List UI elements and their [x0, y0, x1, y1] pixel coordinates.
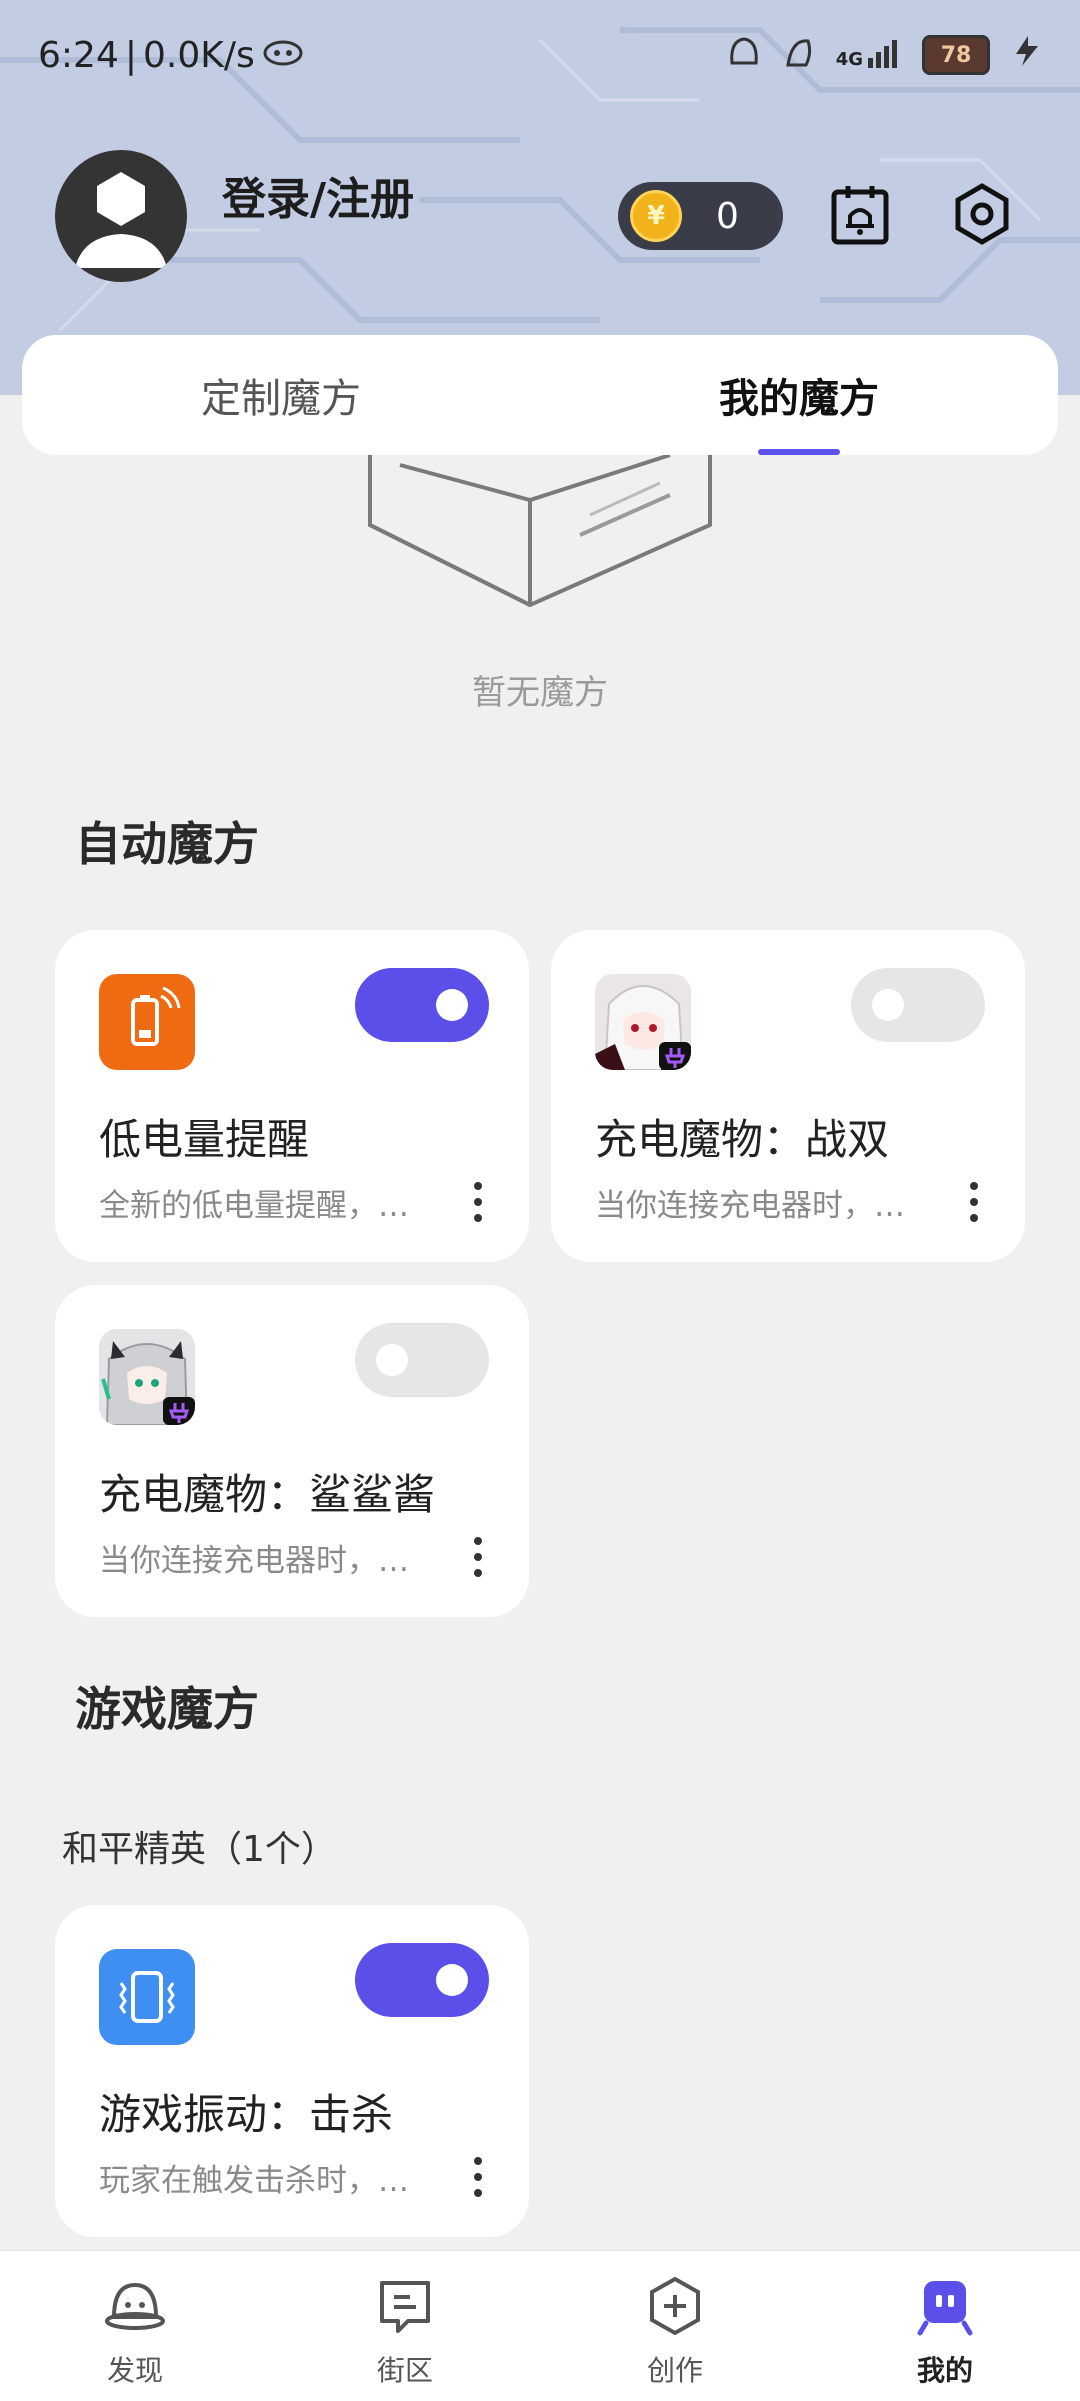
vibration-icon: [99, 1949, 195, 2045]
toggle-knob: [436, 1964, 468, 1996]
status-time: 6:24: [38, 34, 119, 76]
card-description: 当你连接充电器时，…: [99, 1543, 409, 1579]
more-options-icon[interactable]: [473, 1182, 483, 1222]
notification-icon: [261, 35, 305, 76]
coin-count: 0: [716, 195, 739, 237]
app-notification-icon: [726, 33, 762, 78]
card-title: 充电魔物：战双: [595, 1115, 890, 1164]
battery-indicator: 78: [922, 35, 990, 75]
empty-state-text: 暂无魔方: [472, 673, 608, 713]
status-bar: 6:24 | 0.0K/s 4G 78: [0, 0, 1080, 110]
section-title-game: 游戏魔方: [75, 1682, 259, 1736]
calendar-bell-icon[interactable]: [828, 182, 892, 246]
card-title: 游戏振动：击杀: [99, 2090, 394, 2139]
avatar[interactable]: [55, 150, 187, 282]
create-icon: [650, 2276, 700, 2336]
enable-toggle[interactable]: [355, 1943, 489, 2017]
cube-card-low-battery[interactable]: 低电量提醒 全新的低电量提醒，…: [55, 930, 529, 1262]
bottom-navigation: 发现 街区 创作 我的: [0, 2250, 1080, 2401]
battery-icon: [99, 974, 195, 1070]
nav-label: 创作: [646, 2354, 703, 2387]
anime-character-icon: [595, 974, 691, 1070]
tab-bar: 定制魔方 我的魔方: [22, 335, 1058, 455]
more-options-icon[interactable]: [473, 1537, 483, 1577]
nav-label: 街区: [376, 2354, 433, 2387]
more-options-icon[interactable]: [969, 1182, 979, 1222]
nav-label: 我的: [916, 2354, 973, 2387]
enable-toggle[interactable]: [355, 968, 489, 1042]
nav-label: 发现: [106, 2354, 163, 2387]
coin-balance[interactable]: ¥ 0: [618, 182, 783, 250]
settings-icon[interactable]: [950, 182, 1014, 246]
card-description: 玩家在触发击杀时，…: [99, 2163, 409, 2199]
cube-card-charging-shark[interactable]: 充电魔物：鲨鲨酱 当你连接充电器时，…: [55, 1285, 529, 1617]
section-title-auto: 自动魔方: [75, 817, 259, 871]
profile-icon: [917, 2281, 973, 2336]
discover-icon: [105, 2282, 165, 2330]
network-speed: 0.0K/s: [142, 34, 255, 76]
anime-character-icon: [99, 1329, 195, 1425]
status-divider: |: [124, 34, 137, 76]
card-title: 充电魔物：鲨鲨酱: [99, 1470, 436, 1519]
status-left: 6:24 | 0.0K/s: [38, 35, 305, 76]
default-avatar-icon: [75, 172, 167, 268]
nav-discover[interactable]: 发现: [0, 2251, 270, 2401]
card-description: 当你连接充电器时，…: [595, 1188, 905, 1224]
nav-mine[interactable]: 我的: [810, 2251, 1080, 2401]
enable-toggle[interactable]: [355, 1323, 489, 1397]
chat-icon: [380, 2281, 430, 2333]
toggle-knob: [872, 989, 904, 1021]
cube-card-game-vibration[interactable]: 游戏振动：击杀 玩家在触发击杀时，…: [55, 1905, 529, 2237]
tab-my-cube[interactable]: 我的魔方: [540, 335, 1058, 455]
login-register-link[interactable]: 登录/注册: [222, 163, 414, 227]
empty-box-illustration: [368, 455, 712, 608]
nav-street[interactable]: 街区: [270, 2251, 540, 2401]
coin-icon: ¥: [630, 190, 682, 242]
card-description: 全新的低电量提醒，…: [99, 1188, 409, 1224]
toggle-knob: [436, 989, 468, 1021]
status-right: 4G 78: [726, 33, 1042, 78]
toggle-knob: [376, 1344, 408, 1376]
signal-icon: 4G: [836, 40, 900, 70]
tab-custom-cube[interactable]: 定制魔方: [22, 335, 540, 455]
app-notification-icon-2: [784, 33, 814, 78]
enable-toggle[interactable]: [851, 968, 985, 1042]
cube-card-charging-zhanshuang[interactable]: 充电魔物：战双 当你连接充电器时，…: [551, 930, 1025, 1262]
card-title: 低电量提醒: [99, 1115, 310, 1164]
more-options-icon[interactable]: [473, 2157, 483, 2197]
game-group-label: 和平精英（1个）: [62, 1829, 337, 1870]
charging-icon: [1012, 34, 1042, 77]
network-type: 4G: [835, 49, 863, 70]
nav-create[interactable]: 创作: [540, 2251, 810, 2401]
